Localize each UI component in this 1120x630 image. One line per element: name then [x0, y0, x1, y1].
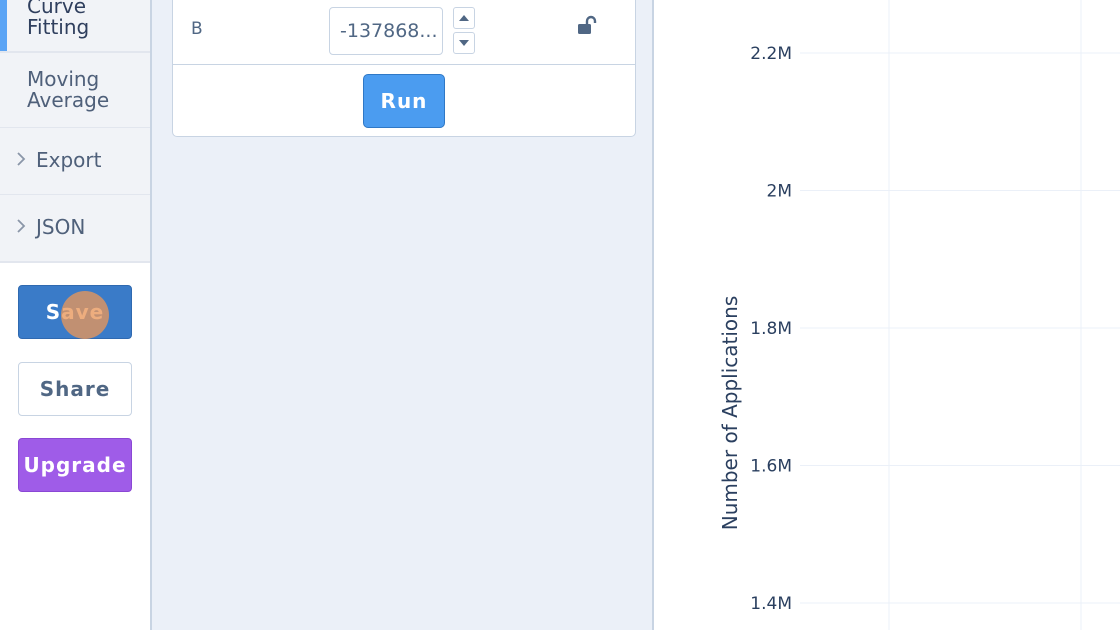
sidebar-item-curve-fitting[interactable]: Curve Fitting — [0, 0, 150, 53]
save-button[interactable]: Save — [18, 285, 132, 339]
sidebar-item-label: Moving Average — [27, 67, 110, 112]
run-button[interactable]: Run — [363, 74, 445, 128]
parameter-value-input[interactable]: -137868... — [329, 7, 443, 55]
y-tick-label: 2.2M — [750, 44, 792, 64]
share-button[interactable]: Share — [18, 362, 132, 416]
parameter-card: B -137868... Run — [172, 0, 636, 137]
y-tick-label: 2M — [767, 182, 792, 202]
caret-up-icon — [459, 15, 469, 21]
chart-area[interactable]: 2.2M 2M 1.8M 1.6M 1.4M Number of Application… — [656, 0, 1120, 630]
json-label: JSON — [36, 215, 86, 239]
fit-settings-panel: B -137868... Run — [150, 0, 654, 630]
y-axis-title: Number of Applications — [718, 295, 742, 531]
sidebar-item-label: Curve Fitting — [27, 0, 90, 39]
divider — [173, 64, 635, 65]
export-section-toggle[interactable]: Export — [0, 128, 150, 194]
decrement-button[interactable] — [453, 32, 475, 54]
export-label: Export — [36, 148, 102, 172]
unlock-icon[interactable] — [577, 15, 599, 37]
chevron-right-icon — [17, 152, 26, 166]
sidebar-item-moving-average[interactable]: Moving Average — [0, 53, 150, 129]
y-tick-label: 1.4M — [750, 594, 792, 614]
y-tick-label: 1.8M — [750, 319, 792, 339]
sidebar: Curve Fitting Moving Average Export JSON… — [0, 0, 150, 630]
parameter-name: B — [191, 19, 203, 39]
json-section-toggle[interactable]: JSON — [0, 195, 150, 261]
increment-button[interactable] — [453, 7, 475, 29]
y-tick-label: 1.6M — [750, 457, 792, 477]
chevron-right-icon — [17, 219, 26, 233]
upgrade-button[interactable]: Upgrade — [18, 438, 132, 492]
caret-down-icon — [459, 40, 469, 46]
divider — [0, 261, 150, 263]
active-indicator — [0, 0, 7, 51]
